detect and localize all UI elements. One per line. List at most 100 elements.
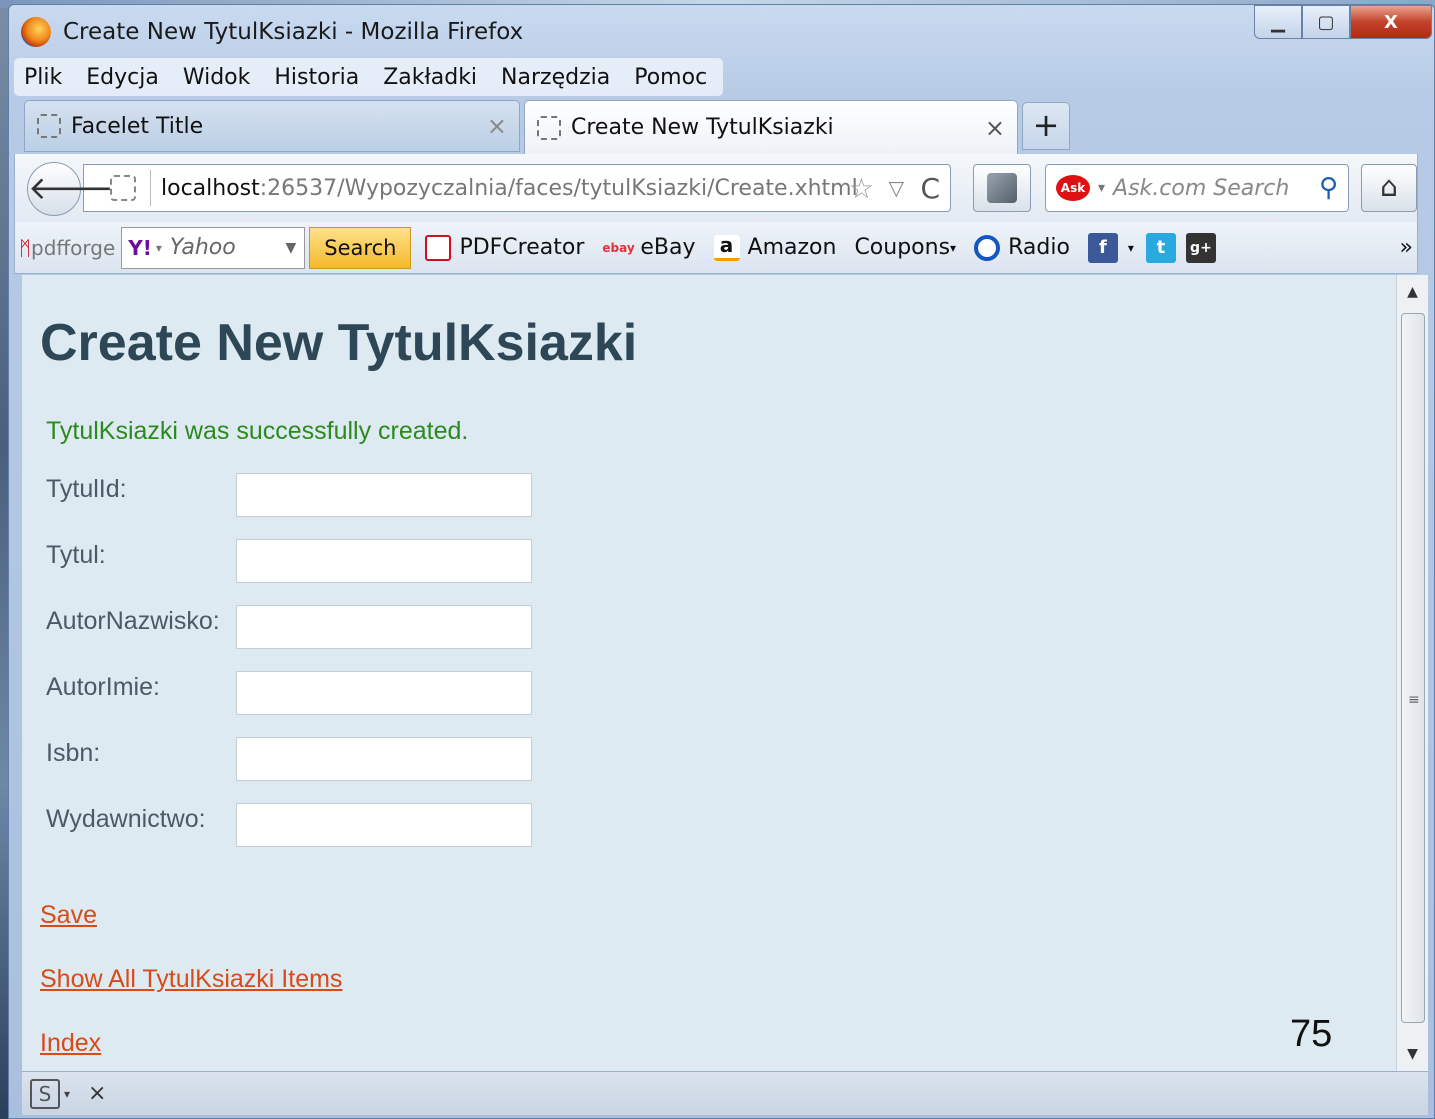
back-button[interactable]: 🡐 <box>27 162 114 216</box>
tytulid-input[interactable] <box>236 473 532 517</box>
coupons-dropdown-icon: ▾ <box>950 240 957 255</box>
save-link[interactable]: Save <box>40 901 97 930</box>
menu-historia[interactable]: Historia <box>274 65 359 90</box>
pdfforge-label: pdfforge <box>31 235 116 260</box>
yahoo-search-box[interactable]: Y! ▾ Yahoo ▼ <box>121 226 306 269</box>
pdf-icon <box>425 234 452 261</box>
page-favicon-icon <box>537 115 561 140</box>
toolbar-overflow-chevron-icon[interactable]: » <box>1400 235 1413 260</box>
autorimie-input[interactable] <box>236 671 532 715</box>
twitter-icon[interactable]: t <box>1145 232 1176 263</box>
reload-icon[interactable]: C <box>920 172 940 205</box>
index-link[interactable]: Index <box>40 1029 101 1058</box>
bookmark-label: PDFCreator <box>459 235 585 260</box>
close-addon-bar-icon[interactable]: × <box>88 1081 106 1106</box>
navigation-toolbar: localhost :26537/Wypozyczalnia/faces/tyt… <box>14 154 1418 222</box>
bookmark-label: Radio <box>1008 235 1070 260</box>
new-tab-button[interactable]: + <box>1022 102 1070 150</box>
search-engine-dropdown-icon[interactable]: ▾ <box>1098 180 1105 196</box>
page-favicon-icon <box>37 114 61 138</box>
radio-icon <box>974 234 1001 261</box>
scroll-up-arrow-icon[interactable]: ▲ <box>1397 275 1428 309</box>
maximize-button[interactable]: ▢ <box>1302 5 1350 39</box>
bookmark-coupons[interactable]: Coupons ▾ <box>854 235 956 260</box>
ask-logo-icon[interactable]: Ask <box>1056 175 1090 201</box>
close-window-button[interactable]: X <box>1350 5 1432 39</box>
yahoo-search-button[interactable]: Search <box>309 226 412 269</box>
bookmark-amazon[interactable]: a Amazon <box>713 234 837 261</box>
page-title: Create New TytulKsiazki <box>40 314 638 372</box>
facebook-icon[interactable]: f <box>1087 232 1118 263</box>
firefox-logo-icon <box>21 17 51 47</box>
tab-strip: Facelet Title × Create New TytulKsiazki … <box>14 100 1414 154</box>
vertical-scrollbar[interactable]: ▲ ≡ ▼ <box>1396 275 1428 1071</box>
google-plus-icon[interactable]: g+ <box>1185 232 1216 263</box>
url-host: localhost <box>161 175 260 201</box>
field-label: Wydawnictwo: <box>46 805 206 833</box>
pdfforge-logo[interactable]: ᛗ pdfforge <box>19 236 115 260</box>
tab-facelet-title[interactable]: Facelet Title × <box>24 100 520 152</box>
search-box[interactable]: Ask ▾ Ask.com Search ⚲ <box>1045 164 1349 212</box>
s-addon-icon[interactable]: S <box>30 1078 60 1109</box>
field-label: TytulId: <box>46 475 127 503</box>
s-addon-dropdown-icon[interactable]: ▾ <box>64 1087 70 1101</box>
home-button[interactable]: ⌂ <box>1361 164 1417 212</box>
success-message: TytulKsiazki was successfully created. <box>46 417 469 445</box>
amazon-icon: a <box>713 234 740 261</box>
pdfforge-icon: ᛗ <box>19 235 31 260</box>
bookmark-ebay[interactable]: ebay eBay <box>602 235 695 261</box>
url-path: :26537/Wypozyczalnia/faces/tytulKsiazki/… <box>259 175 858 201</box>
field-label: Tytul: <box>46 541 106 569</box>
ebay-icon: ebay <box>602 240 635 255</box>
bookmark-label: Coupons <box>854 235 951 260</box>
search-input[interactable]: Ask.com Search <box>1113 176 1289 201</box>
menu-bar: Plik Edycja Widok Historia Zakładki Narz… <box>14 58 724 96</box>
url-bar[interactable]: localhost :26537/Wypozyczalnia/faces/tyt… <box>83 164 951 212</box>
menu-plik[interactable]: Plik <box>24 65 62 90</box>
scroll-down-arrow-icon[interactable]: ▼ <box>1397 1037 1428 1071</box>
scroll-grip-icon: ≡ <box>1408 692 1420 708</box>
tab-label: Create New TytulKsiazki <box>571 115 834 140</box>
facebook-dropdown-icon[interactable]: ▾ <box>1128 241 1134 255</box>
page-content: Create New TytulKsiazki TytulKsiazki was… <box>22 275 1396 1071</box>
site-identity-icon[interactable] <box>110 175 136 201</box>
addon-icon <box>987 173 1017 203</box>
menu-pomoc[interactable]: Pomoc <box>634 65 707 90</box>
autornazwisko-input[interactable] <box>236 605 532 649</box>
menu-narzedzia[interactable]: Narzędzia <box>501 65 610 90</box>
wydawnictwo-input[interactable] <box>236 803 532 847</box>
tytul-input[interactable] <box>236 539 532 583</box>
menu-widok[interactable]: Widok <box>183 65 251 90</box>
addon-toolbar-button[interactable] <box>973 164 1031 212</box>
bookmark-radio[interactable]: Radio <box>974 234 1070 261</box>
caption-buttons: ▁ ▢ X <box>1254 5 1432 41</box>
url-divider <box>150 170 151 206</box>
yahoo-menu-dropdown-icon[interactable]: ▾ <box>156 241 162 255</box>
yahoo-search-input[interactable]: Yahoo <box>170 235 236 260</box>
search-icon[interactable]: ⚲ <box>1319 173 1338 203</box>
yahoo-logo-icon[interactable]: Y! <box>128 236 152 260</box>
yahoo-dropdown-icon[interactable]: ▼ <box>286 240 297 256</box>
tab-close-icon[interactable]: × <box>487 112 507 140</box>
minimize-button[interactable]: ▁ <box>1254 5 1302 39</box>
title-bar[interactable]: Create New TytulKsiazki - Mozilla Firefo… <box>9 5 1434 59</box>
menu-edycja[interactable]: Edycja <box>86 65 159 90</box>
tab-close-icon[interactable]: × <box>985 114 1005 142</box>
scrollbar-thumb[interactable]: ≡ <box>1401 313 1425 1023</box>
menu-zakladki[interactable]: Zakładki <box>383 65 477 90</box>
addon-bar: S ▾ × <box>22 1071 1428 1115</box>
bookmark-label: eBay <box>640 235 696 260</box>
tab-label: Facelet Title <box>71 113 204 139</box>
field-label: Isbn: <box>46 739 101 767</box>
isbn-input[interactable] <box>236 737 532 781</box>
bookmark-star-icon[interactable]: ☆ <box>849 172 874 205</box>
bookmark-pdfcreator[interactable]: PDFCreator <box>425 234 585 261</box>
url-history-dropdown-icon[interactable]: ▽ <box>889 176 904 200</box>
bookmark-label: Amazon <box>747 235 837 260</box>
show-all-items-link[interactable]: Show All TytulKsiazki Items <box>40 965 342 994</box>
slide-page-number: 75 <box>1290 1013 1333 1055</box>
tab-create-new-tytulksiazki[interactable]: Create New TytulKsiazki × <box>524 100 1018 154</box>
window-title: Create New TytulKsiazki - Mozilla Firefo… <box>63 19 524 45</box>
field-label: AutorNazwisko: <box>46 607 220 635</box>
field-label: AutorImie: <box>46 673 160 701</box>
